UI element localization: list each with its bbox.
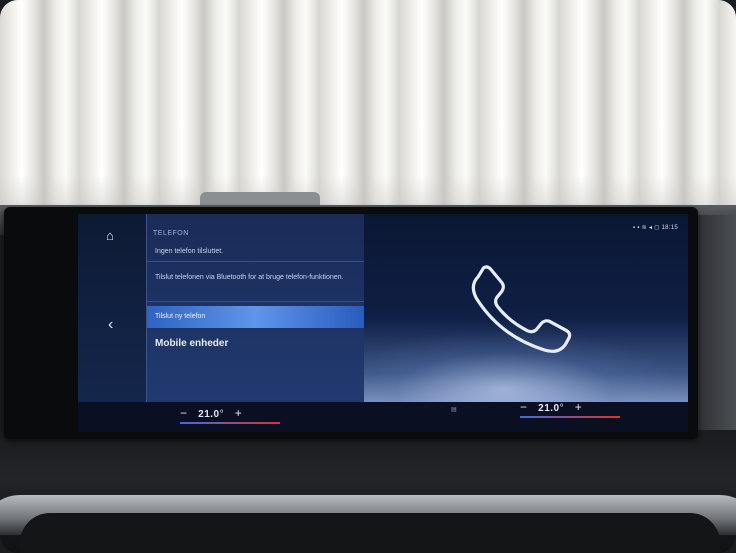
- mobile-devices-item[interactable]: Mobile enheder: [147, 334, 364, 354]
- seat-heat-icon[interactable]: ▤: [451, 406, 457, 413]
- no-phone-connected-text: Ingen telefon tilsluttet.: [147, 242, 364, 262]
- dashboard-console: [20, 513, 720, 553]
- connect-new-phone-button[interactable]: Tilslut ny telefon: [147, 306, 364, 328]
- curtain-background: [0, 0, 736, 215]
- phone-icon: [471, 265, 572, 353]
- phone-illustration-panel: ▪ ▪ ≋ ◂ ◻ 18:15: [364, 214, 688, 402]
- status-bar: ▪ ▪ ≋ ◂ ◻ 18:15: [633, 224, 678, 231]
- photo: ⌂ ‹ TELEFON Ingen telefon tilsluttet. Ti…: [0, 0, 736, 553]
- climate-right: − 21.0° +: [520, 400, 620, 418]
- screen-mount: [200, 192, 320, 206]
- temp-down-button-left[interactable]: −: [180, 406, 187, 420]
- temp-gradient-right: [520, 416, 620, 418]
- left-rail-bottom: [78, 402, 146, 432]
- phone-panel: TELEFON Ingen telefon tilsluttet. Tilslu…: [146, 214, 365, 402]
- bluetooth-instruction-text: Tilslut telefonen via Bluetooth for at b…: [147, 268, 364, 302]
- temp-down-button-right[interactable]: −: [520, 400, 527, 414]
- temp-up-button-left[interactable]: +: [235, 406, 242, 420]
- temp-up-button-right[interactable]: +: [575, 400, 582, 414]
- panel-title: TELEFON: [153, 230, 189, 237]
- home-icon[interactable]: ⌂: [106, 228, 114, 243]
- temp-unit-right: °: [559, 403, 564, 414]
- climate-left: − 21.0° +: [180, 406, 280, 424]
- temp-gradient-left: [180, 422, 280, 424]
- left-rail: ⌂ ‹: [78, 214, 146, 432]
- temp-unit-left: °: [219, 409, 224, 420]
- back-icon[interactable]: ‹: [108, 316, 113, 334]
- clock: 18:15: [661, 225, 678, 231]
- dashboard-right: [692, 215, 736, 430]
- temp-value-left: 21.0: [198, 409, 220, 420]
- climate-bar: − 21.0° + ▤ − 21.0° +: [146, 400, 688, 432]
- infotainment-screen: ⌂ ‹ TELEFON Ingen telefon tilsluttet. Ti…: [78, 214, 688, 432]
- temp-value-right: 21.0: [538, 403, 560, 414]
- status-icons: ▪ ▪ ≋ ◂ ◻: [632, 225, 662, 231]
